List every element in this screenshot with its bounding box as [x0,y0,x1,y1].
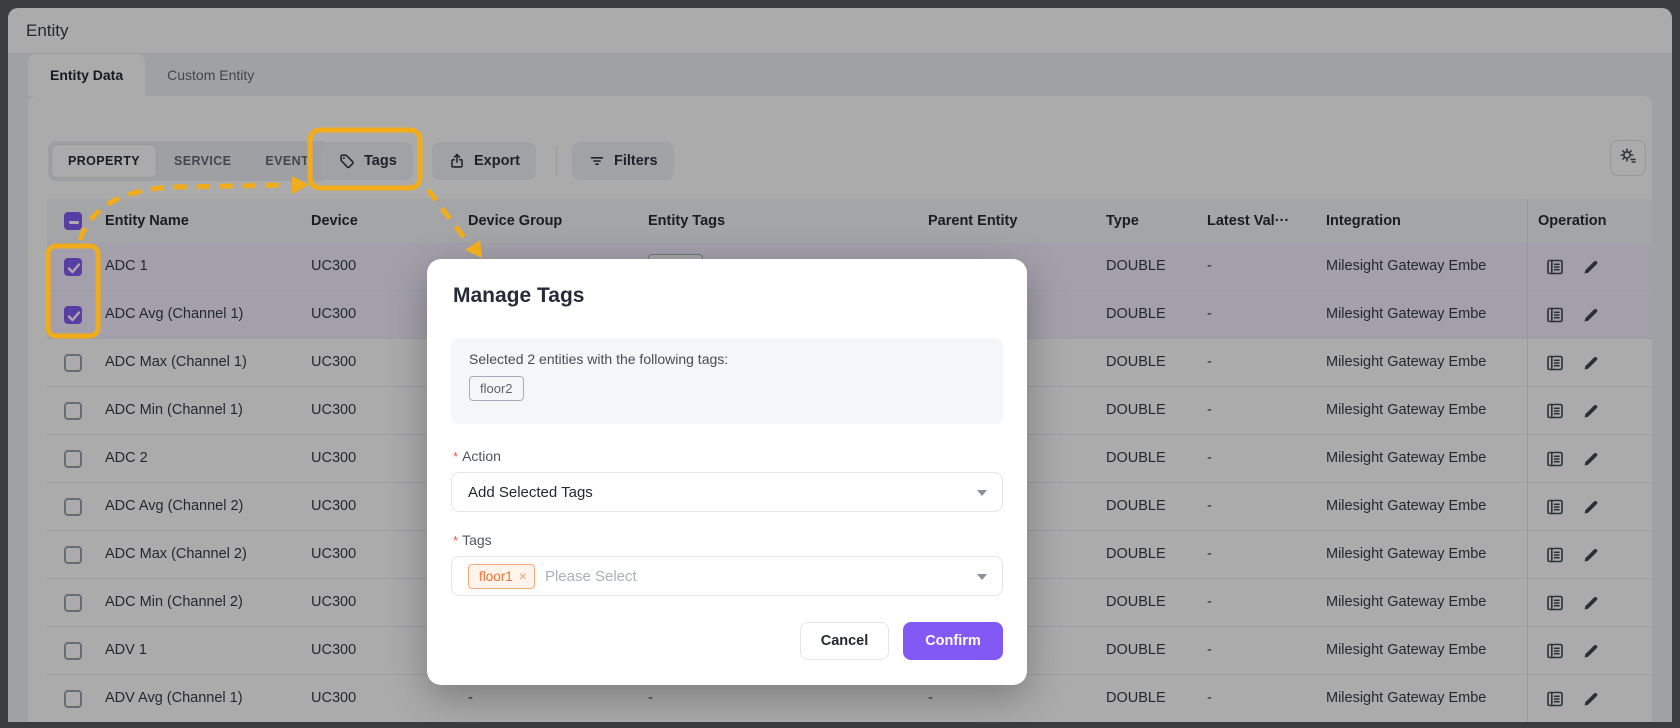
cancel-button[interactable]: Cancel [800,622,889,660]
modal-title: Manage Tags [453,284,585,307]
chevron-down-icon [977,574,987,580]
remove-tag-icon[interactable]: × [519,566,527,587]
action-field-label: * Action [453,448,501,464]
required-asterisk: * [453,449,459,464]
selected-tag-chip: floor1 × [468,563,535,589]
confirm-button[interactable]: Confirm [903,622,1003,660]
chevron-down-icon [977,490,987,496]
selection-summary-text: Selected 2 entities with the following t… [469,351,729,367]
required-asterisk: * [453,533,459,548]
manage-tags-modal: Manage Tags Selected 2 entities with the… [427,259,1027,685]
selection-summary-box: Selected 2 entities with the following t… [451,338,1003,424]
tags-placeholder: Please Select [544,567,637,585]
action-select[interactable]: Add Selected Tags [451,472,1003,512]
summary-tag-chip: floor2 [469,376,524,401]
action-select-value: Add Selected Tags [468,483,593,501]
tags-multiselect[interactable]: floor1 × Please Select [451,556,1003,596]
tags-field-label: * Tags [453,532,492,548]
